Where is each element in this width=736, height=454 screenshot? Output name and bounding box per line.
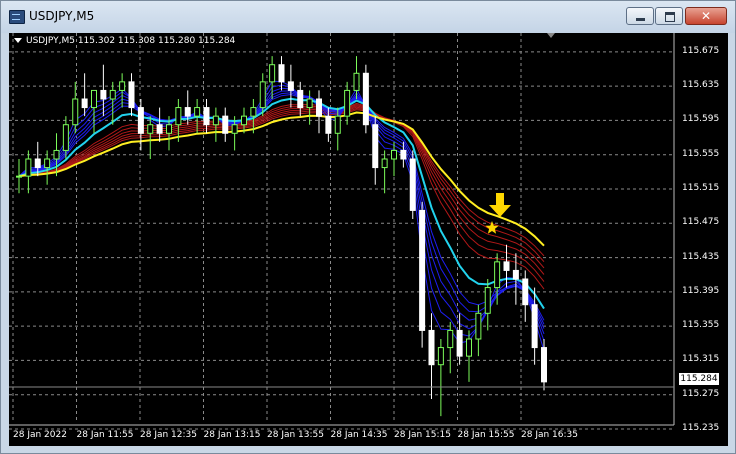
candle-body — [194, 107, 201, 117]
title-bar[interactable]: USDJPY,M5 ✕ — [1, 1, 735, 33]
candle-body — [100, 89, 107, 100]
candle-body — [212, 115, 219, 126]
cyan-ma-line — [18, 97, 545, 310]
candle-body — [259, 81, 266, 109]
close-icon: ✕ — [700, 9, 712, 23]
candle-body — [531, 304, 538, 349]
price-tick-label: 115.435 — [682, 251, 720, 262]
candle-body — [325, 115, 332, 134]
time-tick-label: 28 Jan 15:15 — [394, 430, 451, 440]
candle-body — [81, 98, 88, 109]
candle-body — [503, 261, 510, 271]
candle-body — [287, 81, 294, 91]
candle-body — [391, 149, 397, 160]
minimize-button[interactable] — [626, 7, 654, 25]
candle-body — [334, 115, 341, 134]
time-tick-label: 28 Jan 2022 — [13, 430, 67, 440]
price-tick-label: 115.515 — [682, 183, 720, 193]
candle-body — [409, 158, 416, 211]
candle-body — [128, 81, 135, 109]
candle-body — [522, 278, 529, 306]
time-tick-label: 28 Jan 14:35 — [330, 430, 388, 440]
candle-body — [494, 261, 501, 289]
candle-body — [175, 107, 182, 126]
shift-marker-icon — [547, 33, 555, 38]
chart-app-icon — [9, 10, 25, 24]
candle-body — [44, 158, 51, 169]
price-tick-label: 115.275 — [682, 388, 720, 399]
candle-body — [34, 158, 41, 169]
candle-body — [484, 287, 491, 314]
candle-body — [16, 175, 22, 178]
price-tick-label: 115.595 — [682, 114, 720, 125]
time-tick-label: 28 Jan 13:15 — [203, 430, 261, 440]
candle-body — [119, 81, 126, 91]
price-tick-label: 115.555 — [682, 148, 720, 159]
minimize-icon — [627, 8, 653, 24]
price-tick-label: 115.315 — [682, 354, 720, 365]
candle-body — [419, 209, 426, 331]
candle-body — [269, 64, 276, 83]
candle-body — [184, 107, 191, 117]
fast-ma-line — [18, 93, 545, 321]
candle-body — [381, 158, 388, 169]
candle-body — [72, 98, 79, 126]
symbol-info-bar: USDJPY,M5 115.302 115.308 115.280 115.28… — [14, 36, 235, 46]
price-tick-label: 115.475 — [682, 217, 720, 228]
price-tick-label: 115.395 — [682, 285, 720, 296]
candle-body — [475, 312, 482, 340]
candle-body — [353, 72, 360, 91]
current-price-label: 115.284 — [679, 373, 719, 385]
candle-body — [428, 329, 435, 366]
candle-body — [137, 107, 144, 134]
candle-body — [53, 149, 60, 160]
candle-body — [306, 98, 313, 109]
candle-body — [466, 338, 472, 357]
symbol-quote: USDJPY,M5 115.302 115.308 115.280 115.28… — [26, 36, 236, 46]
maximize-icon — [656, 8, 682, 24]
fast-ma-line — [18, 92, 545, 325]
candle-body — [278, 64, 285, 83]
candle-body — [166, 124, 172, 134]
price-chart[interactable]: USDJPY,M5 115.302 115.308 115.280 115.28… — [9, 33, 728, 446]
candle-body — [447, 329, 454, 349]
chart-canvas[interactable] — [9, 33, 728, 446]
terminal-window: USDJPY,M5 ✕ USDJPY,M5 115.302 115.308 11… — [0, 0, 736, 454]
candle-body — [231, 124, 238, 134]
candle-body — [91, 89, 97, 109]
collapse-triangle-icon[interactable] — [14, 38, 22, 43]
candle-body — [512, 269, 519, 280]
price-tick-label: 115.235 — [682, 423, 720, 433]
candle-body — [297, 89, 304, 109]
candle-body — [203, 107, 210, 126]
time-tick-label: 28 Jan 12:35 — [140, 430, 197, 440]
candle-body — [222, 115, 229, 134]
candle-body — [156, 124, 163, 134]
candle-body — [62, 124, 69, 151]
price-tick-label: 115.675 — [682, 45, 720, 56]
time-tick-label: 28 Jan 15:55 — [457, 430, 515, 440]
time-tick-label: 28 Jan 13:55 — [267, 430, 324, 440]
price-tick-label: 115.635 — [682, 80, 720, 91]
time-tick-label: 28 Jan 11:55 — [76, 430, 134, 440]
candle-body — [362, 72, 369, 126]
candle-body — [241, 115, 247, 126]
candle-body — [25, 158, 32, 177]
time-tick-label: 28 Jan 16:35 — [521, 430, 578, 440]
candle-body — [541, 347, 547, 383]
maximize-button[interactable] — [655, 7, 683, 25]
fast-ma-line — [18, 90, 545, 329]
candle-body — [456, 329, 463, 357]
price-tick-label: 115.355 — [682, 320, 720, 331]
window-title: USDJPY,M5 — [29, 9, 95, 23]
candle-body — [109, 89, 116, 100]
candle-body — [147, 124, 154, 134]
candle-body — [250, 107, 257, 117]
candle-body — [344, 89, 351, 117]
candle-body — [437, 347, 444, 366]
candle-body — [372, 124, 379, 169]
close-button[interactable]: ✕ — [685, 7, 727, 25]
candle-body — [316, 98, 322, 117]
candle-body — [400, 149, 407, 160]
